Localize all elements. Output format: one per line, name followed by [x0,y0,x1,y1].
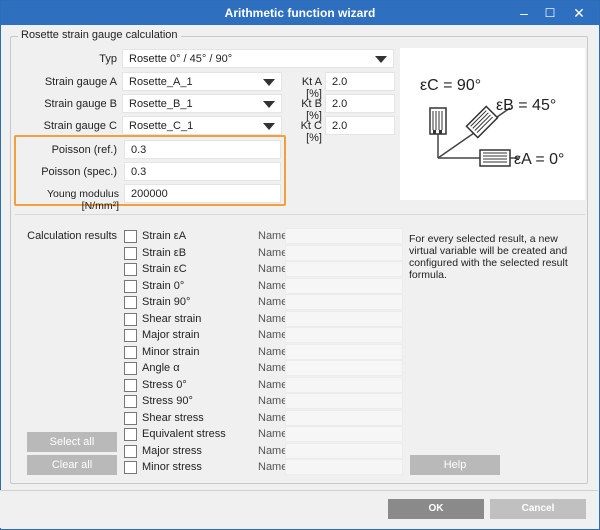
result-checkbox[interactable] [124,362,137,375]
result-name-field[interactable] [285,228,403,244]
help-button[interactable]: Help [410,455,500,475]
eps-b-label: εB = 45° [496,97,556,114]
young-modulus-label: Young modulus [N/mm²] [46,188,119,212]
result-name-field[interactable] [285,409,403,426]
gauge-c-value: Rosette_C_1 [129,120,194,132]
minimize-button[interactable]: – [513,4,535,22]
result-label: Angle α [142,362,180,374]
chevron-down-icon [263,101,275,108]
kt-a-label: Kt A [%] [301,76,322,100]
result-label: Minor strain [142,345,200,358]
kt-b-label: Kt B [%] [301,98,322,122]
result-checkbox[interactable] [124,312,137,326]
gauge-b-select[interactable]: Rosette_B_1 [122,94,282,113]
poisson-ref-label: Poisson (ref.) [51,144,117,156]
chevron-down-icon [375,56,387,63]
result-name-field[interactable] [285,343,403,360]
poisson-ref-field[interactable]: 0.3 [124,140,281,159]
typ-value: Rosette 0° / 45° / 90° [129,53,233,65]
result-name-field[interactable] [285,310,403,327]
select-all-button[interactable]: Select all [27,432,117,452]
maximize-button[interactable]: ☐ [539,4,561,22]
result-label: Strain 90° [142,296,191,308]
result-name-field[interactable] [285,376,403,393]
chevron-down-icon [263,123,275,130]
window-title: Arithmetic function wizard [224,6,376,20]
title-bar[interactable]: Arithmetic function wizard – ☐ ✕ [1,1,599,25]
close-button[interactable]: ✕ [568,4,590,22]
gauge-c-label: Strain gauge C [43,120,117,132]
result-label: Strain εC [142,263,187,275]
result-name-field[interactable] [285,277,403,294]
result-label: Minor stress [142,461,202,473]
result-checkbox[interactable] [124,329,137,342]
result-name-field[interactable] [285,294,403,310]
gauge-b-icon [465,105,499,139]
gauge-a-value: Rosette_A_1 [129,76,193,88]
result-label: Stress 0° [142,378,187,391]
eps-c-label: εC = 90° [420,77,481,94]
result-checkbox[interactable] [124,246,137,260]
rosette-diagram: εC = 90° εB = 45° εA = 0° [400,48,585,200]
result-checkbox[interactable] [124,395,137,408]
gauge-b-label: Strain gauge B [44,98,117,110]
gauge-a-icon [479,149,511,167]
result-name-field[interactable] [285,327,403,343]
typ-label: Typ [99,53,117,65]
poisson-spec-label: Poisson (spec.) [41,166,117,178]
result-checkbox[interactable] [124,345,137,359]
gauge-b-value: Rosette_B_1 [129,98,193,110]
result-checkbox[interactable] [124,279,137,293]
result-checkbox[interactable] [124,444,137,458]
result-label: Major stress [142,444,202,457]
result-label: Major strain [142,329,200,341]
gauge-c-select[interactable]: Rosette_C_1 [122,116,282,135]
result-name-field[interactable] [285,261,403,277]
section-separator [15,214,585,215]
result-label: Shear stress [142,411,204,424]
result-checkbox[interactable] [124,263,137,276]
result-name-field[interactable] [285,244,403,261]
result-checkbox[interactable] [124,461,137,474]
result-checkbox[interactable] [124,428,137,441]
eps-a-label: εA = 0° [514,151,564,168]
gauge-a-label: Strain gauge A [44,76,117,88]
kt-a-field[interactable]: 2.0 [325,72,395,91]
result-name-field[interactable] [285,360,403,376]
rosette-diagram-svg: εC = 90° εB = 45° εA = 0° [420,77,564,168]
poisson-spec-field[interactable]: 0.3 [124,162,281,181]
results-info-text: For every selected result, a new virtual… [409,233,568,281]
result-checkbox[interactable] [124,378,137,392]
calc-results-label: Calculation results [27,230,117,242]
result-label: Equivalent stress [142,428,226,440]
clear-all-button[interactable]: Clear all [27,455,117,475]
result-name-field[interactable] [285,459,403,475]
result-checkbox[interactable] [124,230,137,243]
result-label: Stress 90° [142,395,193,407]
result-label: Strain 0° [142,279,185,292]
result-name-field[interactable] [285,426,403,442]
ok-button[interactable]: OK [388,499,484,519]
result-label: Strain εB [142,246,187,259]
kt-b-field[interactable]: 2.0 [325,94,395,113]
kt-c-field[interactable]: 2.0 [325,116,395,135]
chevron-down-icon [263,79,275,86]
young-modulus-field[interactable]: 200000 [124,184,281,203]
result-label: Shear strain [142,312,202,325]
typ-select[interactable]: Rosette 0° / 45° / 90° [122,49,394,68]
result-name-field[interactable] [285,393,403,409]
gauge-a-select[interactable]: Rosette_A_1 [122,72,282,91]
gauge-c-icon [429,107,447,135]
result-checkbox[interactable] [124,411,137,425]
result-checkbox[interactable] [124,296,137,309]
kt-c-label: Kt C [%] [300,120,322,144]
result-name-field[interactable] [285,442,403,459]
cancel-button[interactable]: Cancel [490,499,586,519]
group-legend: Rosette strain gauge calculation [18,29,181,41]
result-label: Strain εA [142,230,187,242]
